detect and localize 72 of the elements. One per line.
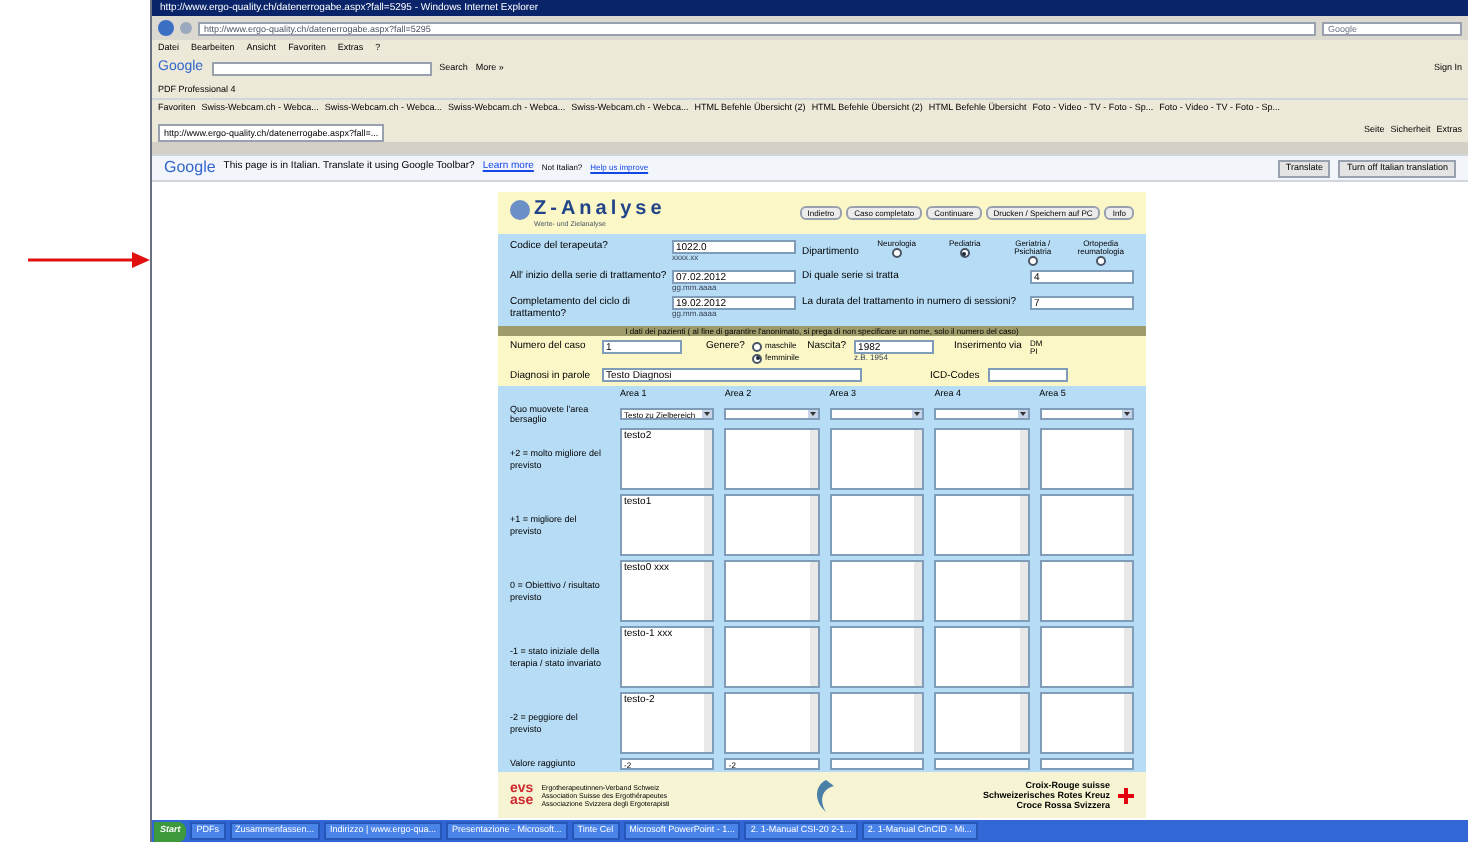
text-area[interactable]: [829, 428, 925, 490]
dropdown-arrow-icon: [912, 410, 923, 418]
text-area[interactable]: [1039, 626, 1134, 688]
scrollbar: [704, 430, 713, 488]
scrollbar: [809, 430, 818, 488]
radio-button[interactable]: [752, 353, 763, 363]
icd-field[interactable]: [987, 368, 1068, 382]
dropdown-arrow-icon: [807, 410, 818, 418]
score-field[interactable]: [1039, 758, 1134, 770]
text-area[interactable]: [829, 494, 925, 556]
scrollbar: [914, 496, 923, 554]
text-area[interactable]: [1039, 560, 1134, 622]
radio-button[interactable]: [1095, 256, 1106, 266]
text-area[interactable]: [724, 494, 820, 556]
back-icon[interactable]: [158, 20, 174, 36]
text-area[interactable]: [1039, 692, 1134, 754]
scrollbar: [704, 628, 713, 686]
text-area[interactable]: [1039, 428, 1134, 490]
scrollbar: [914, 562, 923, 620]
radio-button[interactable]: [959, 248, 970, 258]
text-area[interactable]: [724, 560, 820, 622]
dropdown[interactable]: [724, 408, 820, 420]
google-search-field[interactable]: [211, 61, 432, 75]
arrow: [28, 250, 150, 270]
score-field[interactable]: [934, 758, 1030, 770]
scrollbar: [704, 694, 713, 752]
scrollbar: [914, 628, 923, 686]
globe-icon: [510, 199, 530, 219]
scrollbar: [1019, 496, 1028, 554]
text-area[interactable]: [934, 560, 1030, 622]
text-area[interactable]: [724, 692, 820, 754]
dropdown[interactable]: [1039, 408, 1134, 420]
scrollbar: [1019, 694, 1028, 752]
scrollbar: [809, 496, 818, 554]
dropdown-arrow-icon: [702, 410, 713, 418]
scrollbar: [1019, 430, 1028, 488]
scrollbar: [1124, 430, 1132, 488]
dropdown-arrow-icon: [1017, 410, 1028, 418]
scrollbar: [1019, 562, 1028, 620]
google-logo: Google: [164, 156, 216, 180]
text-area[interactable]: [829, 626, 925, 688]
forward-icon[interactable]: [180, 22, 192, 34]
radio-button[interactable]: [1027, 256, 1038, 266]
text-area[interactable]: [934, 494, 1030, 556]
radio-button[interactable]: [752, 341, 763, 351]
dropdown[interactable]: [829, 408, 925, 420]
swiss-cross-icon: [1118, 787, 1135, 803]
scrollbar: [704, 562, 713, 620]
text-area[interactable]: [829, 692, 925, 754]
dropdown-arrow-icon: [1122, 410, 1132, 418]
scrollbar: [914, 694, 923, 752]
scrollbar: [809, 562, 818, 620]
text-area[interactable]: [1039, 494, 1134, 556]
scrollbar: [914, 430, 923, 488]
scrollbar: [809, 694, 818, 752]
scrollbar: [1124, 496, 1132, 554]
text-area[interactable]: [934, 428, 1030, 490]
scrollbar: [1124, 628, 1132, 686]
text-area[interactable]: [934, 692, 1030, 754]
radio-button[interactable]: [891, 248, 902, 258]
text-area[interactable]: [724, 428, 820, 490]
dropdown[interactable]: [934, 408, 1030, 420]
text-area[interactable]: [934, 626, 1030, 688]
scrollbar: [1124, 562, 1132, 620]
scrollbar: [704, 496, 713, 554]
scrollbar: [1124, 694, 1132, 752]
scrollbar: [1019, 628, 1028, 686]
scrollbar: [809, 628, 818, 686]
text-area[interactable]: [724, 626, 820, 688]
app-logo: Z-Analyse: [534, 199, 666, 219]
score-field[interactable]: [829, 758, 925, 770]
text-area[interactable]: [829, 560, 925, 622]
